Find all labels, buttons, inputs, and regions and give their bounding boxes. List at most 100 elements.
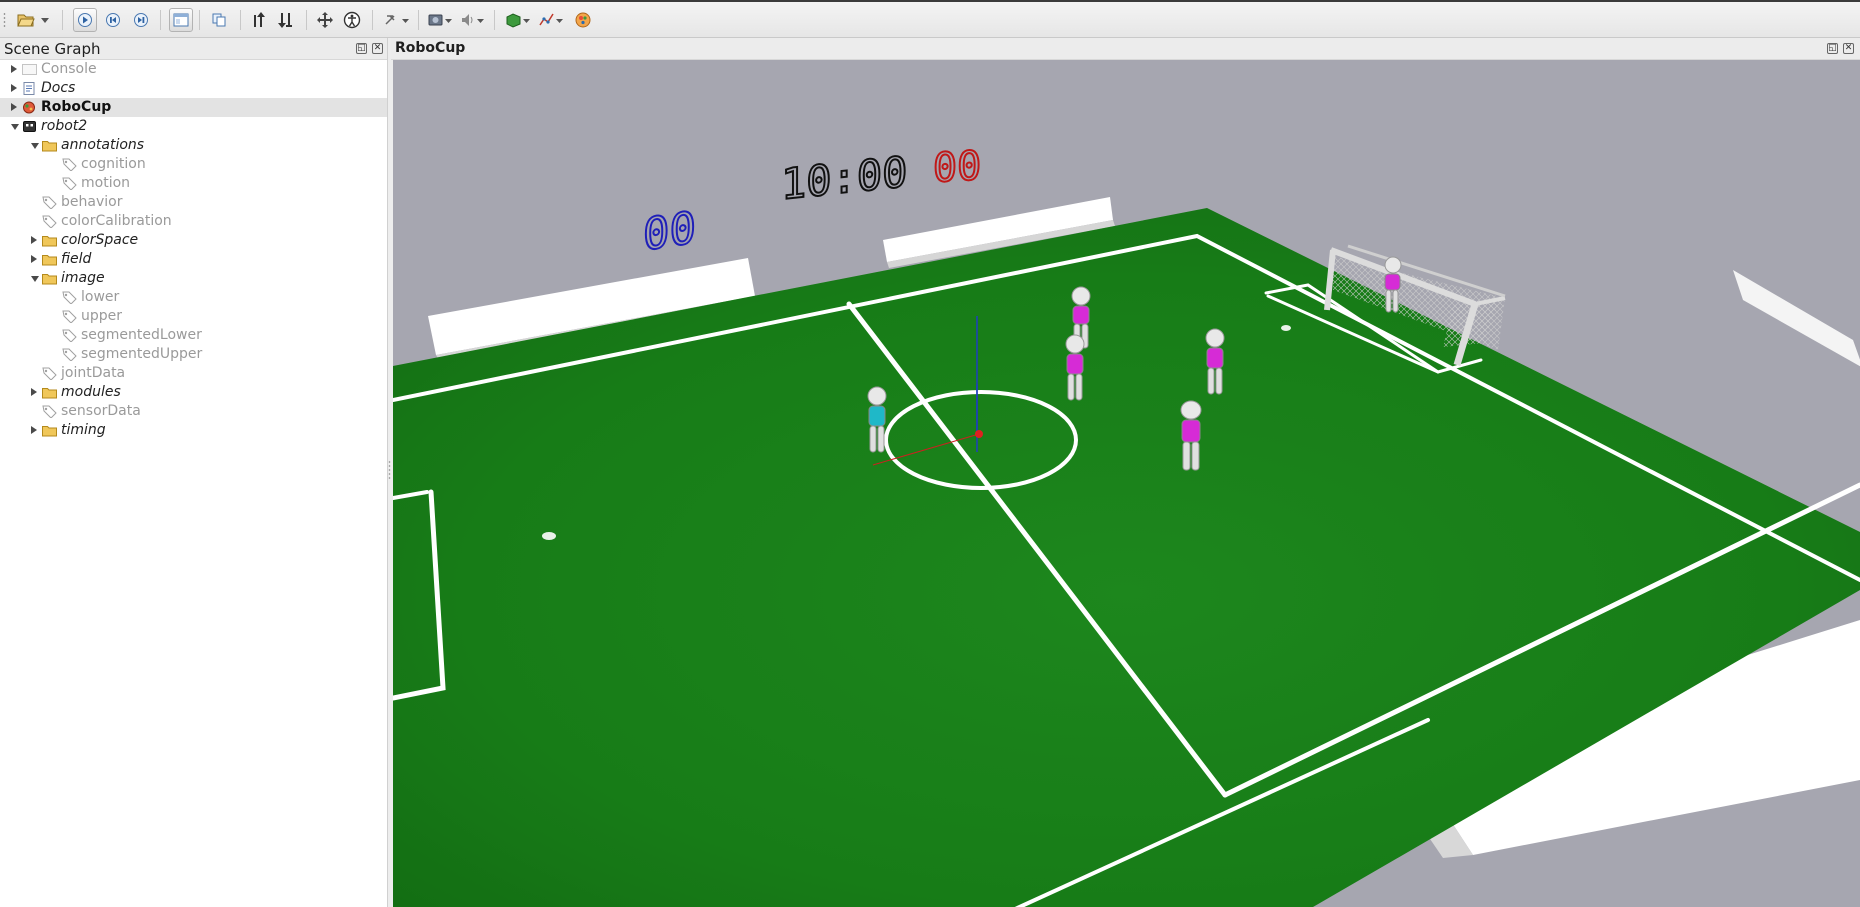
main-toolbar [0,0,1860,38]
tree-item-sensordata[interactable]: sensorData [0,402,387,421]
camera-button[interactable] [427,8,455,32]
tree-item-field[interactable]: field [0,250,387,269]
graph-button[interactable] [538,8,566,32]
tree-item-label: timing [61,422,106,438]
sound-button[interactable] [459,8,487,32]
expand-arrow-icon[interactable] [11,103,17,111]
tree-item-behavior[interactable]: behavior [0,193,387,212]
scene-graph-header: Scene Graph ◱ ✕ [0,38,387,60]
tree-item-cognition[interactable]: cognition [0,155,387,174]
tree-item-label: image [61,270,105,286]
dropdown-icon [40,16,50,24]
open-icon [17,12,35,28]
tree-item-annotations[interactable]: annotations [0,136,387,155]
tree-item-label: robot2 [41,118,88,134]
float-view-button[interactable]: ◱ [1827,43,1838,54]
tree-item-label: sensorData [61,403,141,419]
tree-item-robot2[interactable]: robot2 [0,117,387,136]
tag-icon [42,367,57,381]
render-mode-icon [506,12,532,28]
robocup-icon [22,101,37,114]
tree-item-robocup[interactable]: RoboCup [0,98,387,117]
drag-mode-button[interactable] [313,8,337,32]
tree-item-label: jointData [61,365,126,381]
drag-icon [316,11,334,29]
tree-item-label: lower [81,289,120,305]
tree-item-segmentedupper[interactable]: segmentedUpper [0,345,387,364]
move-down-button[interactable] [274,8,298,32]
folder-icon [42,386,57,399]
layout-icon [173,13,189,27]
expand-arrow-icon[interactable] [31,426,37,434]
folder-icon [42,253,57,266]
float-panel-button[interactable]: ◱ [356,43,367,54]
float-icon: ◱ [357,43,366,53]
tree-item-jointdata[interactable]: jointData [0,364,387,383]
tag-icon [62,329,77,343]
render-mode-button[interactable] [505,8,533,32]
folder-icon [42,139,57,152]
close-icon: ✕ [1844,43,1853,53]
toolbar-grip[interactable] [3,12,6,28]
tree-item-colorcalibration[interactable]: colorCalibration [0,212,387,231]
tree-item-timing[interactable]: timing [0,421,387,440]
simulation-reset-button[interactable] [101,8,125,32]
panel-title: Scene Graph [4,40,101,58]
3d-scene-view[interactable]: 00 10:00 00 [393,60,1860,907]
tree-item-label: motion [81,175,131,191]
tree-item-colorspace[interactable]: colorSpace [0,231,387,250]
expand-arrow-icon[interactable] [11,84,17,92]
tree-item-image[interactable]: image [0,269,387,288]
tree-item-label: modules [61,384,121,400]
folder-icon [42,272,57,285]
tag-icon [62,291,77,305]
color-icon [574,11,592,29]
score-red: 00 [933,143,981,191]
robocup-view-header: RoboCup ◱ ✕ [391,38,1860,60]
sound-icon [460,12,486,28]
open-dropdown-button[interactable] [38,8,52,32]
collapse-arrow-icon[interactable] [11,124,19,130]
tag-icon [42,405,57,419]
expand-arrow-icon[interactable] [31,236,37,244]
tree-item-motion[interactable]: motion [0,174,387,193]
simulation-step-button[interactable] [129,8,153,32]
tree-item-console[interactable]: Console [0,60,387,79]
expand-arrow-icon[interactable] [31,388,37,396]
tree-item-docs[interactable]: Docs [0,79,387,98]
tree-item-label: behavior [61,194,123,210]
view-title: RoboCup [395,40,466,56]
close-panel-button[interactable]: ✕ [372,43,383,54]
accessibility-button[interactable] [340,8,364,32]
tag-icon [42,215,57,229]
move-up-button[interactable] [247,8,271,32]
tag-icon [42,196,57,210]
field-spot-left [542,532,556,540]
open-button[interactable] [14,8,38,32]
tree-item-label: Console [41,61,97,77]
tree-item-upper[interactable]: upper [0,307,387,326]
color-button[interactable] [571,8,595,32]
copy-button[interactable] [207,8,231,32]
expand-arrow-icon[interactable] [31,255,37,263]
tree-item-label: annotations [61,137,145,153]
scene-graph-panel: Scene Graph ◱ ✕ Console Docs RoboCup robot2… [0,38,388,907]
tree-item-segmentedlower[interactable]: segmentedLower [0,326,387,345]
tree-item-label: colorSpace [61,232,139,248]
tree-item-label: segmentedLower [81,327,202,343]
robot-icon [22,120,37,133]
camera-icon [428,12,454,28]
collapse-arrow-icon[interactable] [31,143,39,149]
tree-item-label: segmentedUpper [81,346,203,362]
simulation-start-button[interactable] [73,8,97,32]
collapse-arrow-icon[interactable] [31,276,39,282]
close-view-button[interactable]: ✕ [1843,43,1854,54]
tree-item-modules[interactable]: modules [0,383,387,402]
tree-item-label: colorCalibration [61,213,172,229]
tools-icon [384,12,410,28]
tools-button[interactable] [383,8,411,32]
layout-button[interactable] [169,8,193,32]
step-back-icon [105,12,121,28]
expand-arrow-icon[interactable] [11,65,17,73]
tree-item-lower[interactable]: lower [0,288,387,307]
